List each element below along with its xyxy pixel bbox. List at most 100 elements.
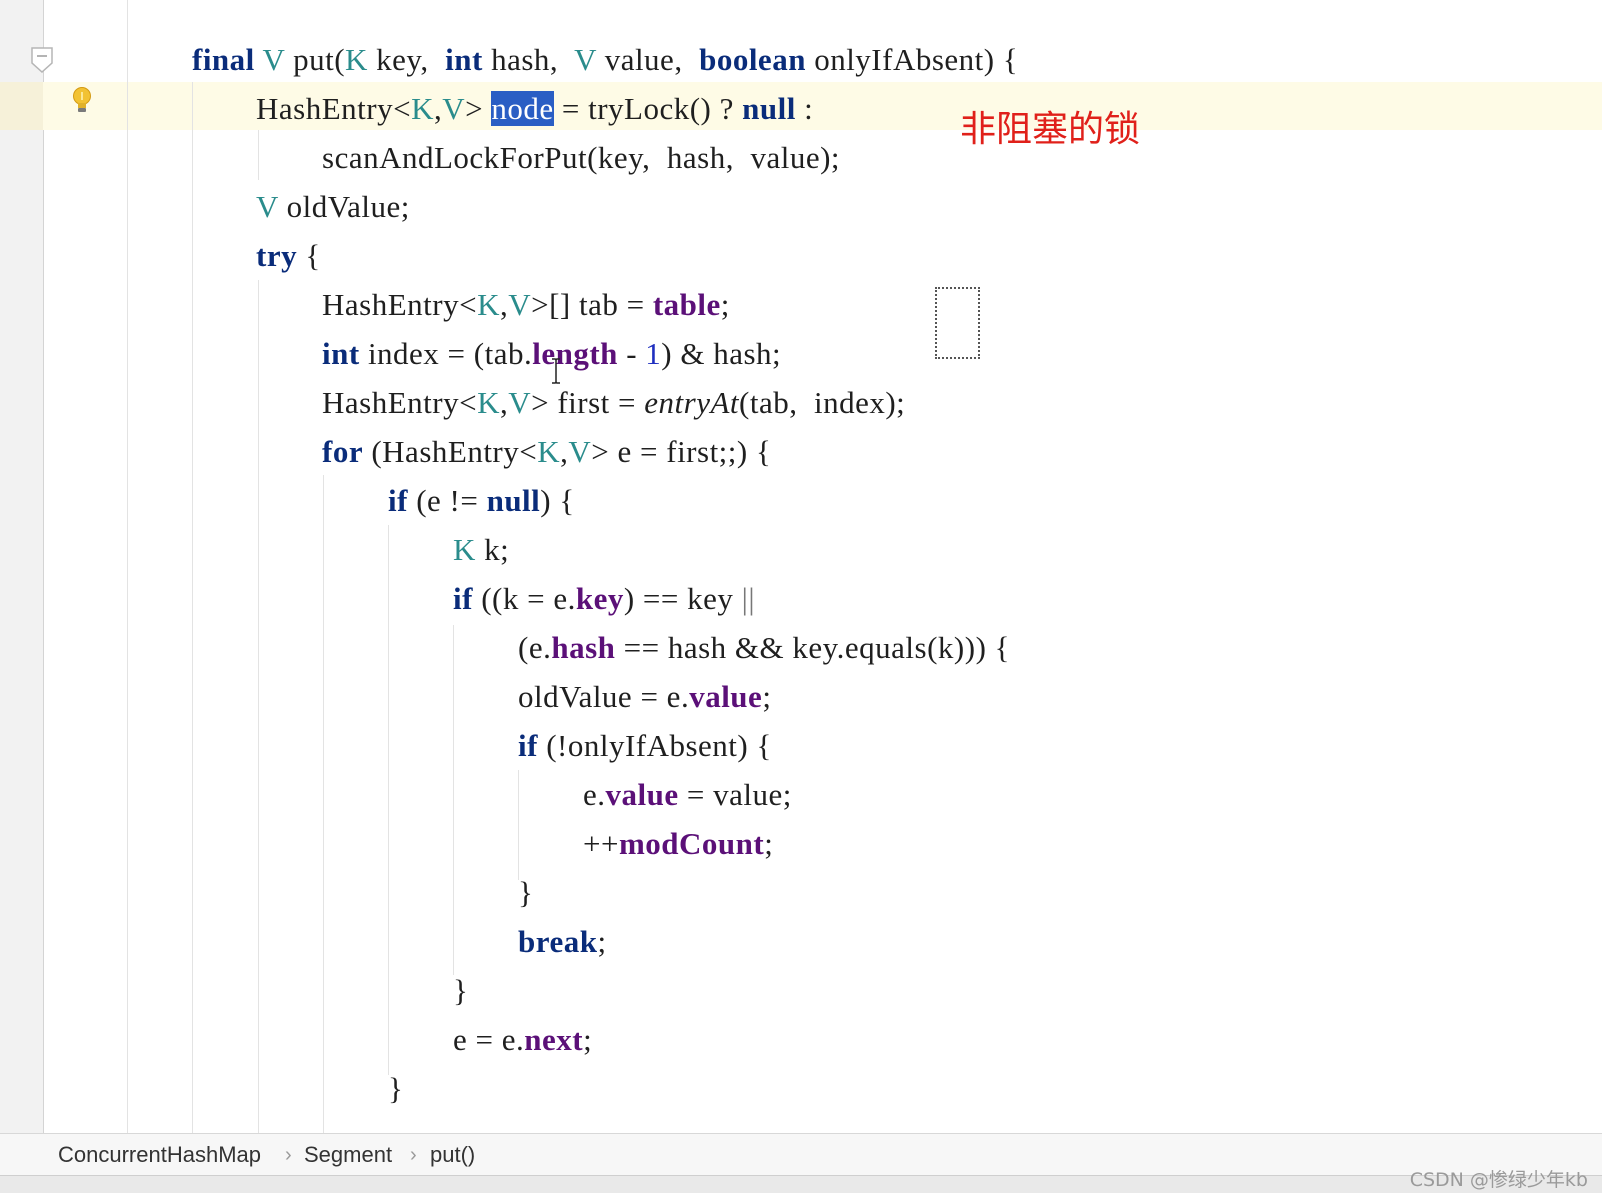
code-text: >[] tab = <box>531 287 653 322</box>
code-text: , <box>499 287 509 322</box>
code-line[interactable]: ++modCount; <box>583 824 773 864</box>
code-keyword: int <box>445 42 483 77</box>
code-keyword: boolean <box>699 42 806 77</box>
code-line[interactable]: HashEntry<K,V> node = tryLock() ? null : <box>256 89 813 129</box>
code-keyword: int <box>322 336 360 371</box>
code-text: oldValue = e. <box>518 679 690 714</box>
annotation-text: 非阻塞的锁 <box>960 109 1141 150</box>
code-text: scanAndLockForPut(key, hash, value); <box>322 140 841 175</box>
code-line[interactable]: (e.hash == hash && key.equals(k))) { <box>518 628 1010 668</box>
code-line[interactable]: HashEntry<K,V> first = entryAt(tab, inde… <box>322 383 905 423</box>
code-text: > <box>465 91 492 126</box>
code-text: ; <box>583 1022 593 1057</box>
code-text: - <box>617 336 646 371</box>
code-field: value <box>689 679 763 714</box>
code-text: , <box>499 385 509 420</box>
breadcrumb-item[interactable]: ConcurrentHashMap <box>58 1142 261 1168</box>
code-text: ((k = e. <box>472 581 576 616</box>
code-type-param: V <box>574 42 597 77</box>
code-text: index = (tab. <box>359 336 533 371</box>
horizontal-scrollbar[interactable] <box>0 1175 1602 1193</box>
text-cursor-icon <box>552 358 560 384</box>
code-text: ) & hash; <box>661 336 782 371</box>
code-line[interactable]: try { <box>256 236 321 276</box>
code-field: table <box>652 287 721 322</box>
code-text: HashEntry< <box>322 287 478 322</box>
code-keyword: break <box>518 924 598 959</box>
code-line[interactable]: if (e != null) { <box>388 481 575 521</box>
code-type-param: V <box>568 434 592 469</box>
code-line[interactable]: scanAndLockForPut(key, hash, value); <box>322 138 840 178</box>
code-text: ++ <box>583 826 619 861</box>
code-line[interactable]: V oldValue; <box>256 187 410 227</box>
code-line[interactable]: if ((k = e.key) == key || <box>453 579 755 619</box>
chevron-right-icon: › <box>285 1144 292 1166</box>
watermark: CSDN @惨绿少年kb <box>1409 1169 1588 1191</box>
breadcrumb-item[interactable]: Segment <box>304 1142 392 1168</box>
code-keyword: if <box>453 581 473 616</box>
code-line[interactable]: HashEntry<K,V>[] tab = table; <box>322 285 730 325</box>
code-text: } <box>388 1071 404 1106</box>
code-text: : <box>795 91 814 126</box>
code-field: key <box>575 581 624 616</box>
code-text: k; <box>475 532 510 567</box>
code-text: = value; <box>678 777 792 812</box>
code-line[interactable]: } <box>453 971 468 1011</box>
code-line[interactable]: e.value = value; <box>583 775 792 815</box>
code-field: hash <box>551 630 616 665</box>
code-text: { <box>297 238 321 273</box>
code-text: ; <box>597 924 607 959</box>
code-text: (tab, index); <box>739 385 906 420</box>
code-line[interactable]: K k; <box>453 530 509 570</box>
code-type-param: V <box>508 385 532 420</box>
code-text: (e != <box>407 483 487 518</box>
code-text: e = e. <box>453 1022 525 1057</box>
code-text: onlyIfAbsent) { <box>805 42 1019 77</box>
code-text: ; <box>762 679 772 714</box>
code-method-italic: entryAt <box>644 385 740 420</box>
code-line[interactable]: break; <box>518 922 607 962</box>
breadcrumb-item[interactable]: put() <box>430 1142 475 1168</box>
code-text: } <box>518 875 534 910</box>
code-selection: node <box>491 91 554 126</box>
code-number: 1 <box>645 336 662 371</box>
code-line[interactable]: for (HashEntry<K,V> e = first;;) { <box>322 432 771 472</box>
code-text: e. <box>583 777 606 812</box>
code-keyword: final <box>192 42 255 77</box>
code-text: value, <box>596 42 700 77</box>
code-field: next <box>524 1022 584 1057</box>
code-text: (HashEntry< <box>363 434 538 469</box>
code-type-param: K <box>477 385 500 420</box>
code-line[interactable]: } <box>388 1069 403 1109</box>
code-keyword: for <box>322 434 364 469</box>
code-text: } <box>453 973 469 1008</box>
code-type-param: V <box>256 189 279 224</box>
code-line[interactable]: e = e.next; <box>453 1020 592 1060</box>
code-editor[interactable]: final V put( K key, int hash, V value, bo… <box>0 0 1602 1133</box>
code-text: oldValue; <box>278 189 410 224</box>
code-text: > first = <box>531 385 645 420</box>
code-text: == hash && key.equals(k))) { <box>615 630 1011 665</box>
code-line[interactable]: if (!onlyIfAbsent) { <box>518 726 772 766</box>
code-text: ; <box>720 287 730 322</box>
code-keyword: try <box>256 238 298 273</box>
code-text: ; <box>764 826 774 861</box>
code-keyword: if <box>518 728 538 763</box>
code-text: > e = first;;) { <box>591 434 772 469</box>
code-text: ) == key <box>623 581 742 616</box>
code-type-param: V <box>262 42 285 77</box>
code-text: (!onlyIfAbsent) { <box>537 728 772 763</box>
selection-rectangle <box>935 287 980 359</box>
code-text: ) { <box>540 483 575 518</box>
code-text: put( <box>284 42 346 77</box>
code-keyword: null <box>486 483 541 518</box>
code-line[interactable]: final V put(K key, int hash, V value, bo… <box>192 40 1018 80</box>
code-text: = tryLock() ? <box>553 91 743 126</box>
code-text: HashEntry< <box>322 385 478 420</box>
code-line[interactable]: } <box>518 873 533 913</box>
code-text: key, <box>367 42 446 77</box>
code-line[interactable]: oldValue = e.value; <box>518 677 771 717</box>
code-type-param: K <box>453 532 476 567</box>
breadcrumb-bar: ConcurrentHashMap › Segment › put() <box>0 1133 1602 1176</box>
